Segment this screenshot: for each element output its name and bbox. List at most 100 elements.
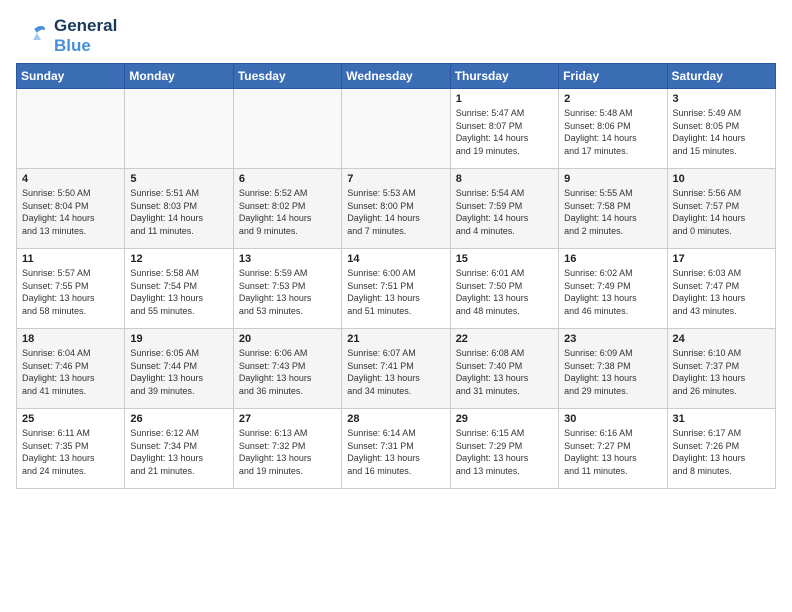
day-number: 21	[347, 333, 444, 345]
day-header-thursday: Thursday	[450, 64, 558, 89]
day-info: Sunrise: 5:55 AM Sunset: 7:58 PM Dayligh…	[564, 187, 661, 237]
day-number: 17	[673, 253, 770, 265]
calendar-cell: 8 Sunrise: 5:54 AM Sunset: 7:59 PM Daylig…	[450, 169, 558, 249]
day-info: Sunrise: 6:16 AM Sunset: 7:27 PM Dayligh…	[564, 427, 661, 477]
week-row-4: 18 Sunrise: 6:04 AM Sunset: 7:46 PM Dayli…	[17, 329, 776, 409]
day-info: Sunrise: 6:12 AM Sunset: 7:34 PM Dayligh…	[130, 427, 227, 477]
day-info: Sunrise: 5:59 AM Sunset: 7:53 PM Dayligh…	[239, 267, 336, 317]
day-header-monday: Monday	[125, 64, 233, 89]
logo-blue-text: Blue	[54, 36, 117, 56]
calendar-cell	[125, 89, 233, 169]
calendar-cell: 4 Sunrise: 5:50 AM Sunset: 8:04 PM Daylig…	[17, 169, 125, 249]
day-header-wednesday: Wednesday	[342, 64, 450, 89]
day-info: Sunrise: 6:13 AM Sunset: 7:32 PM Dayligh…	[239, 427, 336, 477]
day-number: 25	[22, 413, 119, 425]
day-header-saturday: Saturday	[667, 64, 775, 89]
day-info: Sunrise: 6:01 AM Sunset: 7:50 PM Dayligh…	[456, 267, 553, 317]
day-info: Sunrise: 6:04 AM Sunset: 7:46 PM Dayligh…	[22, 347, 119, 397]
calendar-cell	[17, 89, 125, 169]
logo: General Blue	[16, 16, 117, 55]
calendar-cell: 14 Sunrise: 6:00 AM Sunset: 7:51 PM Dayli…	[342, 249, 450, 329]
calendar-cell: 29 Sunrise: 6:15 AM Sunset: 7:29 PM Dayli…	[450, 409, 558, 489]
day-info: Sunrise: 6:05 AM Sunset: 7:44 PM Dayligh…	[130, 347, 227, 397]
calendar-cell: 1 Sunrise: 5:47 AM Sunset: 8:07 PM Daylig…	[450, 89, 558, 169]
day-number: 26	[130, 413, 227, 425]
day-info: Sunrise: 6:10 AM Sunset: 7:37 PM Dayligh…	[673, 347, 770, 397]
day-info: Sunrise: 5:53 AM Sunset: 8:00 PM Dayligh…	[347, 187, 444, 237]
calendar-cell: 21 Sunrise: 6:07 AM Sunset: 7:41 PM Dayli…	[342, 329, 450, 409]
day-info: Sunrise: 6:17 AM Sunset: 7:26 PM Dayligh…	[673, 427, 770, 477]
week-row-3: 11 Sunrise: 5:57 AM Sunset: 7:55 PM Dayli…	[17, 249, 776, 329]
calendar-cell: 5 Sunrise: 5:51 AM Sunset: 8:03 PM Daylig…	[125, 169, 233, 249]
day-info: Sunrise: 5:48 AM Sunset: 8:06 PM Dayligh…	[564, 107, 661, 157]
calendar-cell: 15 Sunrise: 6:01 AM Sunset: 7:50 PM Dayli…	[450, 249, 558, 329]
day-header-friday: Friday	[559, 64, 667, 89]
day-number: 11	[22, 253, 119, 265]
day-number: 30	[564, 413, 661, 425]
day-info: Sunrise: 6:11 AM Sunset: 7:35 PM Dayligh…	[22, 427, 119, 477]
day-info: Sunrise: 6:00 AM Sunset: 7:51 PM Dayligh…	[347, 267, 444, 317]
logo-general-text: General	[54, 16, 117, 36]
day-number: 10	[673, 173, 770, 185]
calendar-cell: 11 Sunrise: 5:57 AM Sunset: 7:55 PM Dayli…	[17, 249, 125, 329]
day-number: 31	[673, 413, 770, 425]
calendar-cell: 12Sunrise: 5:58 AM Sunset: 7:54 PM Dayli…	[125, 249, 233, 329]
calendar-cell: 31 Sunrise: 6:17 AM Sunset: 7:26 PM Dayli…	[667, 409, 775, 489]
day-info: Sunrise: 6:14 AM Sunset: 7:31 PM Dayligh…	[347, 427, 444, 477]
day-number: 20	[239, 333, 336, 345]
day-header-tuesday: Tuesday	[233, 64, 341, 89]
day-info: Sunrise: 6:07 AM Sunset: 7:41 PM Dayligh…	[347, 347, 444, 397]
day-number: 4	[22, 173, 119, 185]
page-header: General Blue	[16, 16, 776, 55]
day-number: 14	[347, 253, 444, 265]
calendar-cell: 28 Sunrise: 6:14 AM Sunset: 7:31 PM Dayli…	[342, 409, 450, 489]
calendar-cell: 27 Sunrise: 6:13 AM Sunset: 7:32 PM Dayli…	[233, 409, 341, 489]
calendar-table: SundayMondayTuesdayWednesdayThursdayFrid…	[16, 63, 776, 489]
calendar-cell: 7 Sunrise: 5:53 AM Sunset: 8:00 PM Daylig…	[342, 169, 450, 249]
logo-bird-icon	[16, 18, 52, 54]
calendar-cell: 13 Sunrise: 5:59 AM Sunset: 7:53 PM Dayli…	[233, 249, 341, 329]
day-info: Sunrise: 5:47 AM Sunset: 8:07 PM Dayligh…	[456, 107, 553, 157]
calendar-cell	[233, 89, 341, 169]
logo: General Blue	[16, 16, 117, 55]
calendar-cell: 25 Sunrise: 6:11 AM Sunset: 7:35 PM Dayli…	[17, 409, 125, 489]
day-info: Sunrise: 6:09 AM Sunset: 7:38 PM Dayligh…	[564, 347, 661, 397]
day-info: Sunrise: 6:08 AM Sunset: 7:40 PM Dayligh…	[456, 347, 553, 397]
day-number: 28	[347, 413, 444, 425]
day-number: 29	[456, 413, 553, 425]
calendar-cell: 22 Sunrise: 6:08 AM Sunset: 7:40 PM Dayli…	[450, 329, 558, 409]
calendar-cell	[342, 89, 450, 169]
calendar-cell: 18 Sunrise: 6:04 AM Sunset: 7:46 PM Dayli…	[17, 329, 125, 409]
day-info: Sunrise: 5:54 AM Sunset: 7:59 PM Dayligh…	[456, 187, 553, 237]
calendar-cell: 6Sunrise: 5:52 AM Sunset: 8:02 PM Daylig…	[233, 169, 341, 249]
day-number: 19	[130, 333, 227, 345]
calendar-cell: 20Sunrise: 6:06 AM Sunset: 7:43 PM Dayli…	[233, 329, 341, 409]
day-number: 27	[239, 413, 336, 425]
day-number: 13	[239, 253, 336, 265]
day-number: 9	[564, 173, 661, 185]
week-row-1: 1 Sunrise: 5:47 AM Sunset: 8:07 PM Daylig…	[17, 89, 776, 169]
calendar-cell: 16Sunrise: 6:02 AM Sunset: 7:49 PM Dayli…	[559, 249, 667, 329]
calendar-cell: 19 Sunrise: 6:05 AM Sunset: 7:44 PM Dayli…	[125, 329, 233, 409]
day-info: Sunrise: 5:57 AM Sunset: 7:55 PM Dayligh…	[22, 267, 119, 317]
week-row-5: 25 Sunrise: 6:11 AM Sunset: 7:35 PM Dayli…	[17, 409, 776, 489]
calendar-cell: 23 Sunrise: 6:09 AM Sunset: 7:38 PM Dayli…	[559, 329, 667, 409]
week-row-2: 4 Sunrise: 5:50 AM Sunset: 8:04 PM Daylig…	[17, 169, 776, 249]
day-number: 1	[456, 93, 553, 105]
calendar-cell: 17Sunrise: 6:03 AM Sunset: 7:47 PM Dayli…	[667, 249, 775, 329]
day-number: 8	[456, 173, 553, 185]
day-number: 5	[130, 173, 227, 185]
day-info: Sunrise: 5:49 AM Sunset: 8:05 PM Dayligh…	[673, 107, 770, 157]
day-number: 15	[456, 253, 553, 265]
day-info: Sunrise: 5:51 AM Sunset: 8:03 PM Dayligh…	[130, 187, 227, 237]
day-number: 7	[347, 173, 444, 185]
day-info: Sunrise: 6:02 AM Sunset: 7:49 PM Dayligh…	[564, 267, 661, 317]
day-number: 23	[564, 333, 661, 345]
day-number: 22	[456, 333, 553, 345]
day-info: Sunrise: 5:58 AM Sunset: 7:54 PM Dayligh…	[130, 267, 227, 317]
day-number: 24	[673, 333, 770, 345]
day-info: Sunrise: 6:15 AM Sunset: 7:29 PM Dayligh…	[456, 427, 553, 477]
day-info: Sunrise: 5:50 AM Sunset: 8:04 PM Dayligh…	[22, 187, 119, 237]
day-number: 2	[564, 93, 661, 105]
day-number: 18	[22, 333, 119, 345]
